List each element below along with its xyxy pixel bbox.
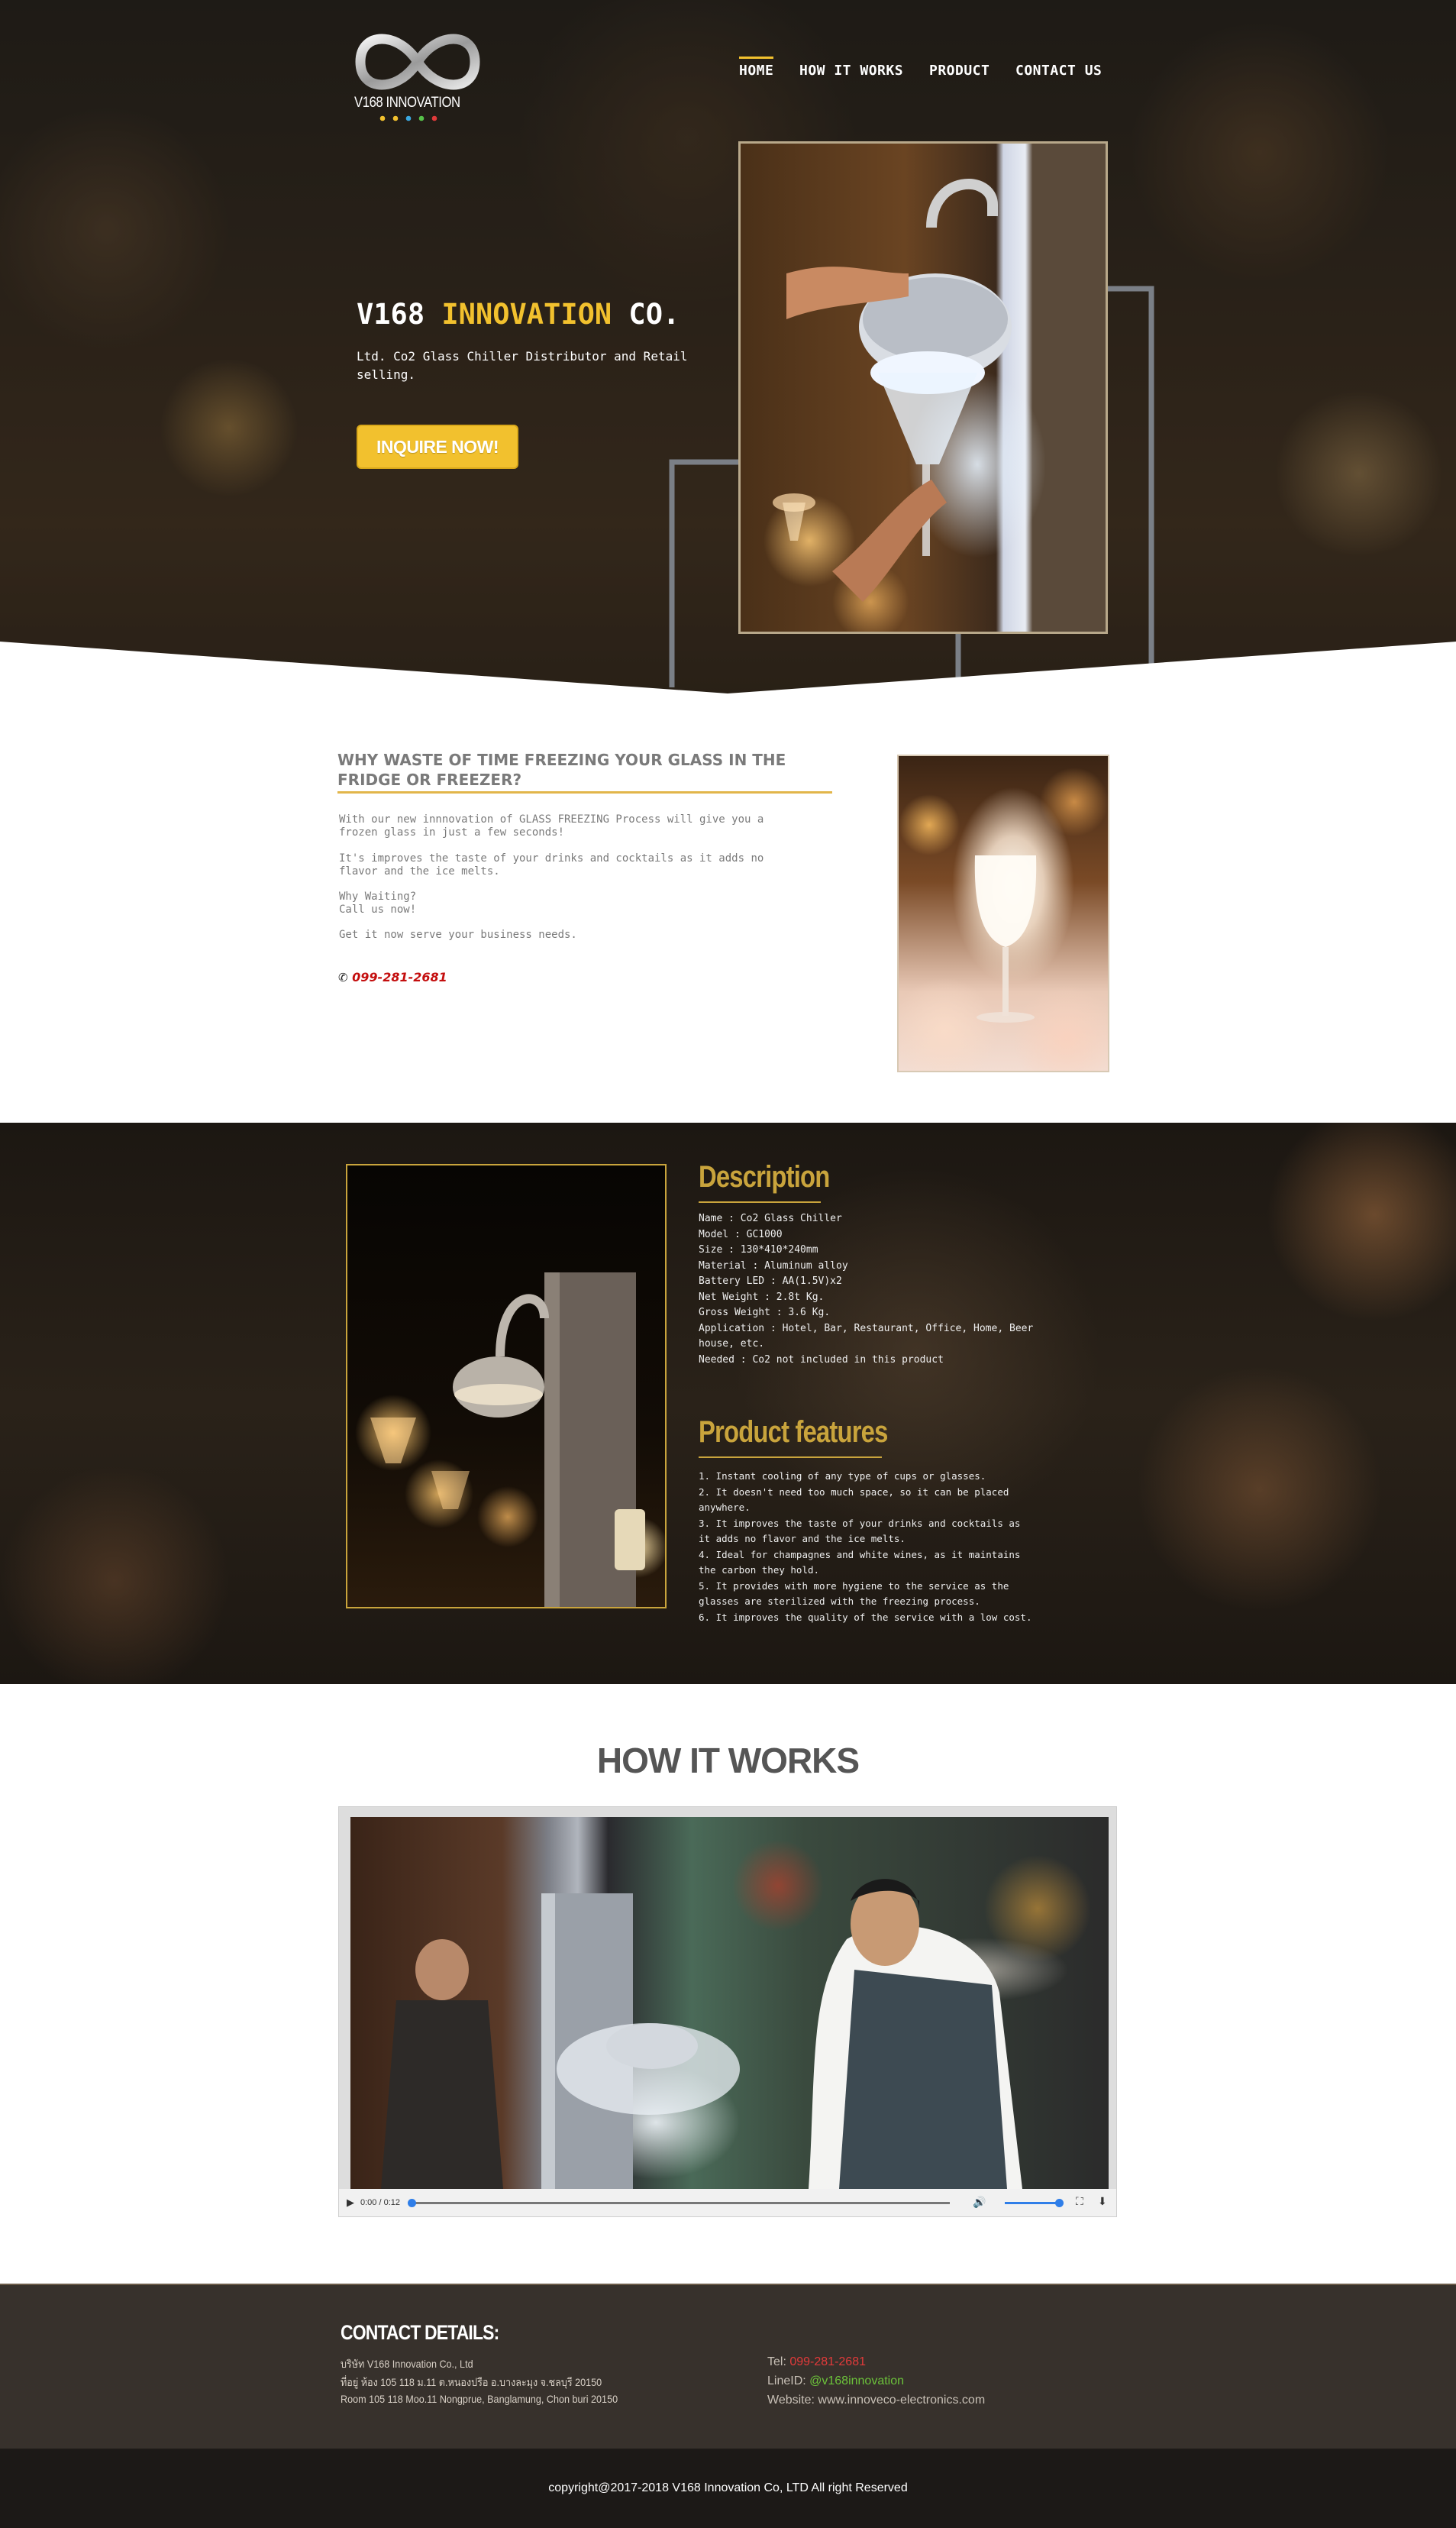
hero-product-photo bbox=[738, 141, 1108, 634]
contact-line-id: LineID: @v168innovation bbox=[767, 2374, 904, 2388]
contact-website: Website: www.innoveco-electronics.com bbox=[767, 2394, 985, 2407]
feature-item: 2. It doesn't need too much space, so it… bbox=[699, 1485, 1009, 1514]
website-label: Website: bbox=[767, 2394, 818, 2407]
hero-title-highlight: INNOVATION bbox=[441, 298, 612, 331]
hero-section: V168 INNOVATION HOME HOW IT WORKS PRODUC… bbox=[0, 0, 1456, 699]
tel-label: Tel: bbox=[767, 2355, 790, 2368]
features-heading: Product features bbox=[699, 1415, 888, 1449]
company-name-thai: บริษัท V168 Innovation Co., Ltd bbox=[341, 2358, 473, 2370]
brand-logo[interactable]: V168 INNOVATION bbox=[353, 20, 483, 127]
glass-chiller-pour-illustration bbox=[773, 179, 1012, 602]
intro-why-waiting: Why Waiting? bbox=[339, 891, 417, 903]
volume-slider[interactable] bbox=[1005, 2199, 1064, 2207]
line-id-label: LineID: bbox=[767, 2374, 810, 2387]
video-progress-handle[interactable] bbox=[408, 2199, 416, 2207]
description-heading-underline bbox=[699, 1201, 821, 1203]
play-icon[interactable]: ▶ bbox=[347, 2197, 354, 2209]
features-list: 1. Instant cooling of any type of cups o… bbox=[699, 1469, 1035, 1625]
fullscreen-icon[interactable]: ⛶ bbox=[1076, 2195, 1083, 2208]
description-heading: Description bbox=[699, 1160, 830, 1194]
contact-tel: Tel: 099-281-2681 bbox=[767, 2355, 866, 2369]
contact-section: CONTACT DETAILS: บริษัท V168 Innovation … bbox=[0, 2284, 1456, 2449]
intro-call-us-now: Call us now! bbox=[339, 904, 417, 916]
hero-bottom-curve bbox=[0, 642, 1456, 699]
video-frame[interactable] bbox=[350, 1817, 1109, 2189]
spec-item: Application : Hotel, Bar, Restaurant, Of… bbox=[699, 1322, 1034, 1350]
video-controls: ▶ 0:00 / 0:12 🔊 ⛶ ⬇ bbox=[339, 2189, 1116, 2216]
feature-item: 5. It provides with more hygiene to the … bbox=[699, 1579, 1009, 1608]
hero-subtitle: Ltd. Co2 Glass Chiller Distributor and R… bbox=[357, 349, 688, 382]
intro-paragraph-2: It's improves the taste of your drinks a… bbox=[339, 852, 764, 878]
hero-title-part-1: V168 bbox=[357, 298, 442, 331]
inquire-now-button[interactable]: INQUIRE NOW! bbox=[357, 425, 518, 469]
description-section: Description Name : Co2 Glass Chiller Mod… bbox=[0, 1123, 1456, 1684]
spec-item: Name : Co2 Glass Chiller bbox=[699, 1213, 842, 1224]
spec-item: Needed : Co2 not included in this produc… bbox=[699, 1353, 944, 1366]
logo-color-dots bbox=[379, 115, 437, 121]
hero-title-part-2: CO. bbox=[612, 298, 680, 331]
description-spec-list: Name : Co2 Glass Chiller Model : GC1000 … bbox=[699, 1211, 1035, 1368]
features-heading-underline bbox=[699, 1456, 882, 1458]
copyright-text: copyright@2017-2018 V168 Innovation Co, … bbox=[548, 2481, 908, 2494]
frozen-glass-photo bbox=[897, 755, 1109, 1072]
how-it-works-video[interactable]: ▶ 0:00 / 0:12 🔊 ⛶ ⬇ bbox=[338, 1806, 1117, 2217]
feature-item: 4. Ideal for champagnes and white wines,… bbox=[699, 1548, 1021, 1576]
line-id-value[interactable]: @v168innovation bbox=[809, 2374, 904, 2387]
hero-title: V168 INNOVATION CO. bbox=[357, 298, 680, 331]
feature-item: 1. Instant cooling of any type of cups o… bbox=[699, 1470, 986, 1482]
feature-item: 3. It improves the taste of your drinks … bbox=[699, 1517, 1021, 1545]
volume-icon[interactable]: 🔊 bbox=[973, 2196, 986, 2209]
nav-how-it-works[interactable]: HOW IT WORKS bbox=[799, 63, 903, 79]
glass-chiller-product-illustration bbox=[370, 1272, 645, 1607]
volume-slider-handle[interactable] bbox=[1055, 2199, 1064, 2207]
intro-phone-number: 099-281-2681 bbox=[352, 970, 447, 984]
video-time: 0:00 / 0:12 bbox=[360, 2198, 400, 2207]
intro-heading: WHY WASTE OF TIME FREEZING YOUR GLASS IN… bbox=[337, 751, 786, 789]
intro-paragraph-1: With our new innnovation of GLASS FREEZI… bbox=[339, 813, 764, 839]
intro-paragraph-4: Get it now serve your business needs. bbox=[339, 929, 577, 941]
intro-heading-underline bbox=[337, 791, 832, 794]
contact-heading: CONTACT DETAILS: bbox=[341, 2321, 499, 2344]
how-it-works-heading: HOW IT WORKS bbox=[596, 1741, 860, 1780]
bartender-video-still bbox=[381, 1879, 1022, 2189]
infinity-logo-icon bbox=[355, 34, 480, 90]
spec-item: Model : GC1000 bbox=[699, 1228, 783, 1240]
product-photo bbox=[346, 1164, 667, 1608]
nav-product[interactable]: PRODUCT bbox=[929, 63, 989, 79]
video-progress-track[interactable] bbox=[408, 2199, 950, 2207]
spec-item: Net Weight : 2.8t Kg. bbox=[699, 1291, 825, 1303]
address-thai: ที่อยู่ ห้อง 105 118 ม.11 ต.หนองปรือ อ.บ… bbox=[341, 2376, 602, 2388]
spec-item: Size : 130*410*240mm bbox=[699, 1244, 818, 1256]
spec-item: Battery LED : AA(1.5V)x2 bbox=[699, 1275, 842, 1287]
phone-icon: ✆ bbox=[338, 971, 348, 984]
decorative-frame-lines bbox=[669, 286, 1154, 687]
spec-item: Material : Aluminum alloy bbox=[699, 1259, 848, 1272]
website-link[interactable]: www.innoveco-electronics.com bbox=[818, 2394, 985, 2407]
nav-contact-us[interactable]: CONTACT US bbox=[1015, 63, 1102, 79]
tel-number[interactable]: 099-281-2681 bbox=[789, 2355, 866, 2368]
download-icon[interactable]: ⬇ bbox=[1098, 2195, 1107, 2208]
footer: copyright@2017-2018 V168 Innovation Co, … bbox=[0, 2449, 1456, 2528]
frozen-wine-glass-illustration bbox=[974, 855, 1037, 1023]
address-english: Room 105 118 Moo.11 Nongprue, Banglamung… bbox=[341, 2393, 618, 2405]
logo-text: V168 INNOVATION bbox=[354, 95, 460, 111]
feature-item: 6. It improves the quality of the servic… bbox=[699, 1611, 1032, 1623]
spec-item: Gross Weight : 3.6 Kg. bbox=[699, 1307, 831, 1318]
nav-home[interactable]: HOME bbox=[739, 57, 774, 79]
intro-phone-link[interactable]: ✆ 099-281-2681 bbox=[338, 970, 447, 984]
